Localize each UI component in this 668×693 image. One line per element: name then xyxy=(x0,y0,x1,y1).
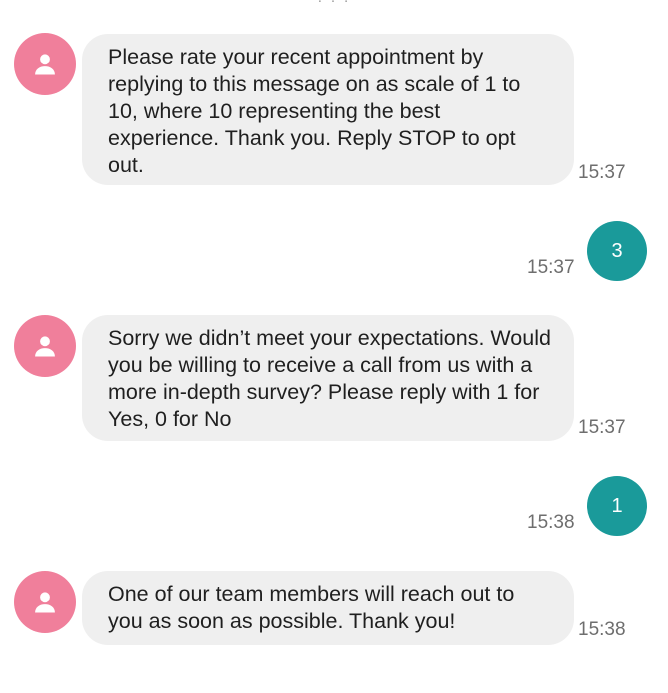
message-timestamp: 15:38 xyxy=(527,512,575,533)
message-text: Please rate your recent appointment by r… xyxy=(108,45,521,177)
contact-avatar[interactable] xyxy=(14,33,76,95)
incoming-message-bubble[interactable]: Sorry we didn’t meet your expectations. … xyxy=(82,315,574,441)
outgoing-message-bubble[interactable]: 3 xyxy=(587,221,647,281)
message-timestamp: 15:37 xyxy=(578,417,626,438)
contact-avatar[interactable] xyxy=(14,571,76,633)
person-icon xyxy=(35,592,55,613)
person-icon xyxy=(35,336,55,357)
conversation-view: · · · Please rate your recent appointmen… xyxy=(0,0,668,693)
cut-off-header-text: · · · xyxy=(317,0,351,9)
incoming-message-bubble[interactable]: One of our team members will reach out t… xyxy=(82,571,574,645)
message-timestamp: 15:37 xyxy=(578,162,626,183)
contact-avatar[interactable] xyxy=(14,315,76,377)
person-icon xyxy=(35,54,55,75)
incoming-message-bubble[interactable]: Please rate your recent appointment by r… xyxy=(82,34,574,185)
message-text: Sorry we didn’t meet your expectations. … xyxy=(108,326,551,431)
message-timestamp: 15:38 xyxy=(578,619,626,640)
message-text: 1 xyxy=(611,494,623,517)
message-text: One of our team members will reach out t… xyxy=(108,582,515,633)
message-timestamp: 15:37 xyxy=(527,257,575,278)
outgoing-message-bubble[interactable]: 1 xyxy=(587,476,647,536)
message-text: 3 xyxy=(611,239,623,262)
